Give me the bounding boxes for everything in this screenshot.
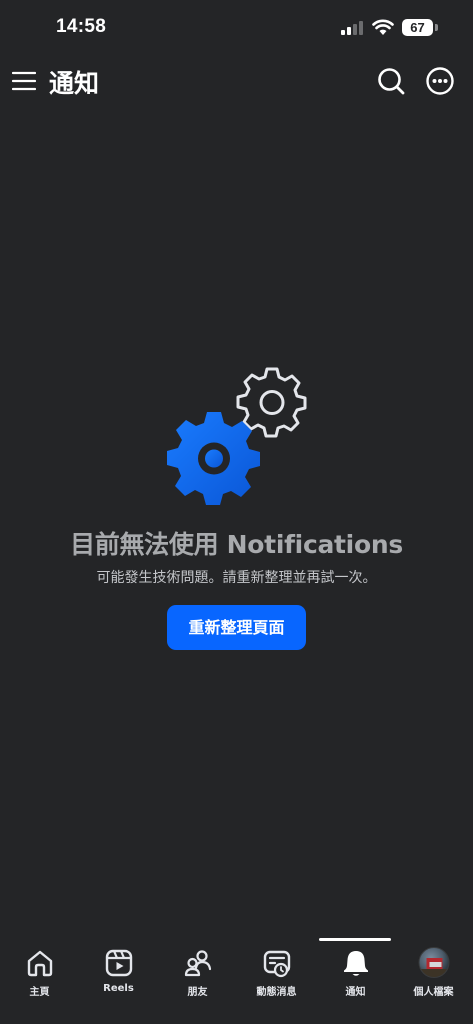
battery-icon: 67: [402, 19, 433, 36]
nav-item-reels[interactable]: Reels: [79, 938, 158, 1024]
avatar: [418, 947, 449, 978]
nav-label: 個人檔案: [413, 987, 454, 998]
nav-item-notifications[interactable]: 通知: [316, 938, 395, 1024]
menu-icon[interactable]: [12, 69, 36, 93]
refresh-page-button[interactable]: 重新整理頁面: [167, 605, 306, 650]
home-icon: [27, 950, 52, 977]
status-time: 14:58: [56, 16, 107, 37]
nav-label: Reels: [103, 983, 134, 994]
reels-icon: [105, 949, 132, 977]
nav-item-friends[interactable]: 朋友: [158, 938, 237, 1024]
gears-icon: [167, 367, 307, 505]
friends-icon: [184, 950, 211, 977]
page-title: 通知: [49, 69, 100, 98]
nav-label: 通知: [345, 987, 366, 998]
nav-label: 動態消息: [256, 987, 297, 998]
nav-item-profile[interactable]: 個人檔案: [394, 938, 473, 1024]
feeds-icon: [263, 950, 290, 978]
battery-level: 67: [410, 20, 425, 35]
nav-item-feeds[interactable]: 動態消息: [237, 938, 316, 1024]
header: 通知: [0, 56, 473, 108]
battery-tip: [435, 24, 438, 31]
error-subtitle: 可能發生技術問題。請重新整理並再試一次。: [96, 570, 377, 586]
nav-label: 主頁: [29, 987, 50, 998]
search-icon[interactable]: [376, 66, 406, 96]
nav-item-home[interactable]: 主頁: [0, 938, 79, 1024]
bell-icon: [343, 951, 368, 976]
nav-label: 朋友: [187, 987, 208, 998]
signal-icon: [341, 21, 363, 35]
more-icon[interactable]: [425, 66, 455, 96]
error-title: 目前無法使用 Notifications: [70, 530, 403, 559]
status-bar: 14:58 67: [0, 0, 473, 56]
wifi-icon: [372, 19, 394, 35]
bottom-nav: 主頁 Reels 朋友 動態消息 通知 個人檔案: [0, 938, 473, 1024]
